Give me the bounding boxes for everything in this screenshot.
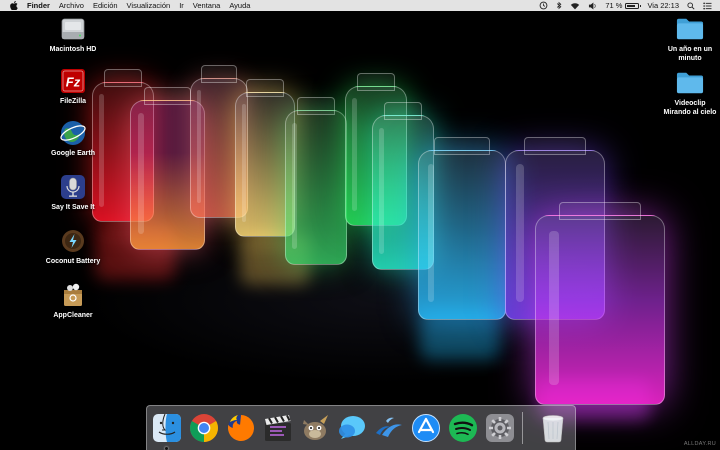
dock-divider xyxy=(522,412,523,444)
notification-center-icon[interactable] xyxy=(703,2,712,10)
app-store-icon xyxy=(412,414,440,442)
battery-percent: 71 % xyxy=(605,1,623,10)
gimp-icon xyxy=(303,415,328,440)
dock-item-chrome[interactable] xyxy=(188,412,220,444)
time-machine-icon[interactable] xyxy=(539,1,548,10)
dock-item-messages[interactable] xyxy=(336,412,368,444)
desktop-icon-coconut-battery[interactable]: Coconut Battery xyxy=(28,227,118,267)
spotify-icon xyxy=(449,414,477,442)
volume-icon[interactable] xyxy=(588,1,597,10)
desktop-folder-un-ano-en-un-minuto[interactable]: Un año en un minuto xyxy=(645,15,720,63)
dock xyxy=(146,405,576,450)
desktop-icon-label: Say It Save It xyxy=(51,204,95,211)
dock-item-finder[interactable] xyxy=(151,412,183,444)
dock-item-app-store[interactable] xyxy=(410,412,442,444)
dock-item-trash[interactable] xyxy=(537,412,569,444)
clapperboard-icon xyxy=(265,414,291,441)
microphone-icon xyxy=(59,173,87,201)
spotlight-search-icon[interactable] xyxy=(687,1,695,10)
dock-item-spotify[interactable] xyxy=(447,412,479,444)
desktop-icon-label: Google Earth xyxy=(51,150,95,157)
desktop-icon-filezilla[interactable]: Fz FileZilla xyxy=(28,67,118,107)
folder-icon xyxy=(676,15,704,43)
battery-level xyxy=(627,4,635,7)
appcleaner-icon xyxy=(59,281,87,309)
menu-clock[interactable]: Via 22:13 xyxy=(647,1,679,10)
menu-archivo[interactable]: Archivo xyxy=(59,1,84,10)
dock-item-firefox[interactable] xyxy=(225,412,257,444)
desktop-icon-label: Un año en un minuto xyxy=(667,46,713,62)
coconut-battery-icon xyxy=(59,227,87,255)
trash-icon xyxy=(542,415,564,443)
menu-ventana[interactable]: Ventana xyxy=(193,1,221,10)
battery-status[interactable]: 71 % xyxy=(605,1,642,10)
filezilla-icon: Fz xyxy=(59,67,87,95)
menu-ayuda[interactable]: Ayuda xyxy=(229,1,250,10)
menu-edicion[interactable]: Edición xyxy=(93,1,118,10)
desktop-icon-macintosh-hd[interactable]: Macintosh HD xyxy=(28,15,118,55)
svg-text:Fz: Fz xyxy=(66,75,81,90)
hard-drive-icon xyxy=(59,15,87,43)
menu-visualizacion[interactable]: Visualización xyxy=(127,1,171,10)
desktop-folder-videoclip-mirando-al-cielo[interactable]: Videoclip Mirando al cielo xyxy=(645,69,720,117)
google-earth-icon xyxy=(59,119,87,147)
desktop-icon-say-it-save-it[interactable]: Say It Save It xyxy=(28,173,118,213)
desktop-icon-google-earth[interactable]: Google Earth xyxy=(28,119,118,159)
dock-item-openoffice[interactable] xyxy=(373,412,405,444)
desktop-icon-label: Videoclip Mirando al cielo xyxy=(663,100,717,116)
finder-icon xyxy=(153,413,181,442)
messages-icon xyxy=(339,416,365,439)
menu-ir[interactable]: Ir xyxy=(179,1,184,10)
desktop-icon-label: AppCleaner xyxy=(53,312,93,319)
desktop-icon-label: Coconut Battery xyxy=(45,258,101,265)
dock-item-final-cut-pro[interactable] xyxy=(262,412,294,444)
desktop-icon-label: Macintosh HD xyxy=(49,46,97,53)
desktop-icon-appcleaner[interactable]: AppCleaner xyxy=(28,281,118,321)
apple-menu-icon[interactable] xyxy=(10,1,18,10)
bluetooth-icon[interactable] xyxy=(556,1,562,10)
chrome-icon xyxy=(190,414,218,442)
menu-bar: Finder Archivo Edición Visualización Ir … xyxy=(0,0,720,11)
firefox-icon xyxy=(228,415,254,441)
menu-app-finder[interactable]: Finder xyxy=(27,1,50,10)
dock-item-system-preferences[interactable] xyxy=(484,412,516,444)
battery-icon xyxy=(625,2,642,9)
desktop-icon-label: FileZilla xyxy=(59,98,87,105)
wifi-icon[interactable] xyxy=(570,2,580,10)
gear-icon xyxy=(486,414,514,442)
openoffice-icon xyxy=(376,417,402,437)
dock-item-gimp[interactable] xyxy=(299,412,331,444)
folder-icon xyxy=(676,69,704,97)
watermark: ALLDAY.RU xyxy=(683,441,716,447)
